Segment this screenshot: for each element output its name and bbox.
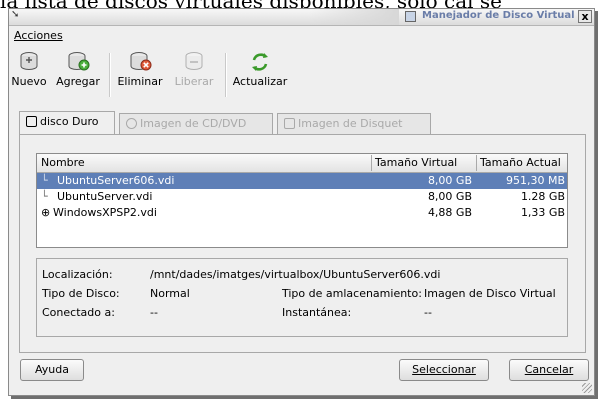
remove-disk-icon bbox=[128, 51, 152, 73]
location-label: Localización: bbox=[42, 268, 113, 281]
refresh-button-label: Actualizar bbox=[232, 75, 288, 88]
disk-actual-size: 1,33 GB bbox=[520, 206, 565, 219]
help-button-label: Ayuda bbox=[35, 363, 69, 376]
list-item[interactable]: └ UbuntuServer606.vdi 8,00 GB 951,30 MB bbox=[37, 173, 567, 189]
help-button[interactable]: Ayuda bbox=[20, 359, 84, 381]
disk-actual-size: 1.28 GB bbox=[520, 190, 565, 203]
disk-type-label: Tipo de Disco: bbox=[42, 287, 120, 300]
window-title: Manejador de Disco Virtual bbox=[422, 10, 575, 21]
storage-type-value: Imagen de Disco Virtual bbox=[424, 287, 556, 300]
tab-hard-disk-label: disco Duro bbox=[40, 115, 99, 128]
disk-virtual-size: 8,00 GB bbox=[427, 190, 472, 203]
add-disk-icon bbox=[66, 51, 90, 73]
tab-floppy[interactable]: Imagen de Disquet bbox=[277, 113, 431, 134]
list-item[interactable]: ⊕ WindowsXPSP2.vdi 4,88 GB 1,33 GB bbox=[37, 205, 567, 221]
cd-dvd-icon bbox=[126, 118, 137, 129]
column-virtual-size[interactable]: Tamaño Virtual bbox=[375, 156, 457, 169]
disk-type-value: Normal bbox=[150, 287, 190, 300]
disk-name: UbuntuServer606.vdi bbox=[57, 174, 175, 187]
new-button[interactable]: Nuevo bbox=[11, 51, 47, 88]
release-disk-icon bbox=[182, 51, 206, 73]
tab-cd-dvd-label: Imagen de CD/DVD bbox=[140, 117, 247, 130]
tab-hard-disk[interactable]: disco Duro bbox=[19, 111, 115, 134]
remove-button[interactable]: Eliminar bbox=[113, 51, 167, 88]
app-window-icon bbox=[405, 11, 416, 22]
disk-details: Localización: /mnt/dades/imatges/virtual… bbox=[36, 258, 568, 337]
release-button[interactable]: Liberar bbox=[169, 51, 219, 88]
tab-cd-dvd[interactable]: Imagen de CD/DVD bbox=[119, 113, 273, 134]
toolbar: Nuevo Agregar Eliminar Liberar Actualiza… bbox=[9, 49, 594, 101]
menu-acciones-label: Acciones bbox=[14, 29, 63, 42]
add-button[interactable]: Agregar bbox=[53, 51, 103, 88]
hard-disk-panel: Nombre Tamaño Virtual Tamaño Actual └ Ub… bbox=[19, 134, 586, 353]
disk-virtual-size: 4,88 GB bbox=[427, 206, 472, 219]
disk-actual-size: 951,30 MB bbox=[505, 174, 565, 187]
column-name[interactable]: Nombre bbox=[41, 156, 85, 169]
list-header: Nombre Tamaño Virtual Tamaño Actual bbox=[37, 154, 567, 173]
cancel-button-label: Cancelar bbox=[524, 363, 574, 376]
disk-list[interactable]: Nombre Tamaño Virtual Tamaño Actual └ Ub… bbox=[36, 153, 568, 248]
snapshot-label: Instantánea: bbox=[282, 306, 352, 319]
refresh-icon bbox=[248, 51, 272, 73]
select-button-label: Seleccionar bbox=[412, 363, 476, 376]
cancel-button[interactable]: Cancelar bbox=[509, 359, 589, 381]
window-menu-arrow-icon[interactable]: ➘ bbox=[11, 9, 19, 20]
new-button-label: Nuevo bbox=[11, 75, 47, 88]
disk-name: WindowsXPSP2.vdi bbox=[53, 206, 157, 219]
hard-disk-icon bbox=[26, 116, 37, 127]
disk-name: UbuntuServer.vdi bbox=[57, 190, 153, 203]
refresh-button[interactable]: Actualizar bbox=[229, 51, 291, 88]
connected-value: -- bbox=[150, 306, 158, 319]
tab-bar: disco Duro Imagen de CD/DVD Imagen de Di… bbox=[19, 111, 589, 135]
snapshot-value: -- bbox=[424, 306, 432, 319]
title-bar[interactable]: ➘ Manejador de Disco Virtual x bbox=[9, 9, 594, 26]
add-button-label: Agregar bbox=[56, 75, 100, 88]
close-button[interactable]: x bbox=[578, 10, 592, 23]
new-disk-icon bbox=[17, 51, 41, 73]
storage-type-label: Tipo de amlacenamiento: bbox=[282, 287, 422, 300]
disk-virtual-size: 8,00 GB bbox=[427, 174, 472, 187]
release-button-label: Liberar bbox=[174, 75, 214, 88]
remove-button-label: Eliminar bbox=[117, 75, 163, 88]
close-icon: x bbox=[581, 10, 589, 23]
location-value: /mnt/dades/imatges/virtualbox/UbuntuServ… bbox=[150, 268, 441, 281]
menu-acciones[interactable]: Acciones bbox=[14, 29, 63, 42]
tab-floppy-label: Imagen de Disquet bbox=[298, 117, 403, 130]
connected-label: Conectado a: bbox=[42, 306, 115, 319]
virtual-disk-manager-window: ➘ Manejador de Disco Virtual x Acciones … bbox=[8, 8, 595, 396]
select-button[interactable]: Seleccionar bbox=[399, 359, 489, 381]
list-item[interactable]: └ UbuntuServer.vdi 8,00 GB 1.28 GB bbox=[37, 189, 567, 205]
resize-grip[interactable] bbox=[582, 383, 592, 393]
menu-bar: Acciones bbox=[9, 26, 594, 46]
column-actual-size[interactable]: Tamaño Actual bbox=[480, 156, 561, 169]
floppy-icon bbox=[284, 118, 295, 129]
expand-icon[interactable]: ⊕ bbox=[41, 206, 50, 219]
